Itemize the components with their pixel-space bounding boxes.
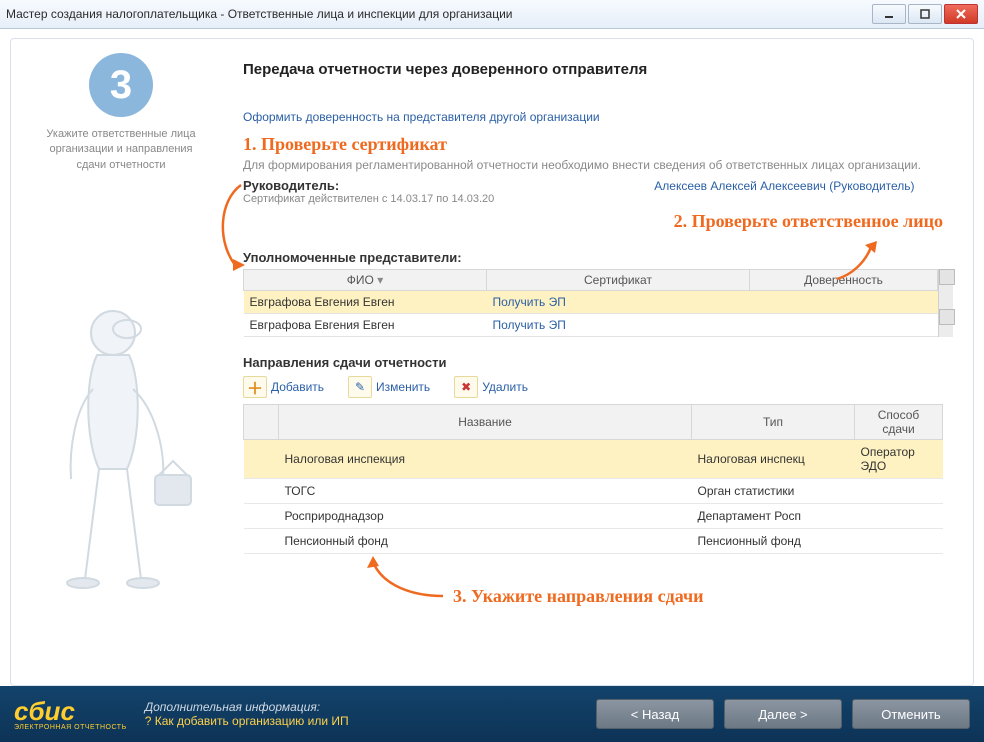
cancel-button[interactable]: Отменить — [852, 699, 970, 729]
dirs-toolbar: ＋Добавить ✎Изменить ✖Удалить — [243, 376, 953, 398]
pencil-icon: ✎ — [348, 376, 372, 398]
help-link[interactable]: ? Как добавить организацию или ИП — [145, 714, 586, 728]
step-number-badge: 3 — [89, 53, 153, 117]
dirs-row[interactable]: Пенсионный фондПенсионный фонд — [244, 528, 943, 553]
content-panel: 3 Укажите ответственные лица организации… — [10, 38, 974, 686]
app-window: Мастер создания налогоплательщика - Отве… — [0, 0, 984, 742]
trust-link[interactable]: Оформить доверенность на представителя д… — [243, 110, 600, 124]
reps-heading: Уполномоченные представители: — [243, 250, 953, 265]
col-icon — [244, 404, 279, 439]
col-fio[interactable]: ФИО ▾ — [244, 269, 487, 290]
scroll-down-icon[interactable] — [939, 309, 955, 325]
col-name[interactable]: Название — [279, 404, 692, 439]
reps-scrollbar[interactable] — [938, 269, 953, 337]
dirs-row[interactable]: ТОГСОрган статистики — [244, 478, 943, 503]
maximize-button[interactable] — [908, 4, 942, 24]
plus-icon: ＋ — [243, 376, 267, 398]
get-ep-link[interactable]: Получить ЭП — [493, 295, 566, 309]
extra-label: Дополнительная информация: — [145, 700, 586, 714]
assistant-illustration — [35, 299, 205, 599]
titlebar: Мастер создания налогоплательщика - Отве… — [0, 0, 984, 29]
back-button[interactable]: < Назад — [596, 699, 714, 729]
cert-validity: Сертификат действителен с 14.03.17 по 14… — [243, 193, 494, 205]
delete-button[interactable]: ✖Удалить — [454, 376, 528, 398]
step-hint: Укажите ответственные лица организации и… — [11, 127, 231, 173]
reps-table[interactable]: ФИО ▾ Сертификат Доверенность Евграфова … — [243, 269, 938, 337]
wizard-sidebar: 3 Укажите ответственные лица организации… — [11, 39, 231, 173]
extra-info: Дополнительная информация: ? Как добавит… — [145, 700, 586, 728]
edit-button[interactable]: ✎Изменить — [348, 376, 430, 398]
annotation-3: 3. Укажите направления сдачи — [453, 586, 704, 607]
director-name-link[interactable]: Алексеев Алексей Алексеевич (Руководител… — [654, 179, 914, 193]
director-label: Руководитель: — [243, 178, 494, 193]
col-trust[interactable]: Доверенность — [750, 269, 938, 290]
logo: сбисЭЛЕКТРОННАЯ ОТЧЕТНОСТЬ — [14, 698, 127, 731]
dirs-row[interactable]: РосприроднадзорДепартамент Росп — [244, 503, 943, 528]
get-ep-link[interactable]: Получить ЭП — [493, 318, 566, 332]
wizard-footer: сбисЭЛЕКТРОННАЯ ОТЧЕТНОСТЬ Дополнительна… — [0, 686, 984, 742]
reps-header-row: ФИО ▾ Сертификат Доверенность — [244, 269, 938, 290]
reps-row[interactable]: Евграфова Евгения Евген Получить ЭП — [244, 290, 938, 313]
dirs-heading: Направления сдачи отчетности — [243, 355, 953, 370]
dirs-table[interactable]: Название Тип Способ сдачи Налоговая инсп… — [243, 404, 943, 554]
minimize-button[interactable] — [872, 4, 906, 24]
col-type[interactable]: Тип — [692, 404, 855, 439]
dirs-header-row: Название Тип Способ сдачи — [244, 404, 943, 439]
annotation-2: 2. Проверьте ответственное лицо — [243, 211, 943, 232]
info-text: Для формирования регламентированной отче… — [243, 157, 923, 174]
add-button[interactable]: ＋Добавить — [243, 376, 324, 398]
col-cert[interactable]: Сертификат — [487, 269, 750, 290]
col-method[interactable]: Способ сдачи — [855, 404, 943, 439]
delete-icon: ✖ — [454, 376, 478, 398]
window-title: Мастер создания налогоплательщика - Отве… — [6, 7, 870, 21]
page-title: Передача отчетности через доверенного от… — [243, 61, 953, 78]
reps-row[interactable]: Евграфова Евгения Евген Получить ЭП — [244, 313, 938, 336]
annotation-1: 1. Проверьте сертификат — [243, 134, 953, 155]
scroll-up-icon[interactable] — [939, 269, 955, 285]
next-button[interactable]: Далее > — [724, 699, 842, 729]
director-row: Руководитель: Сертификат действителен с … — [243, 178, 953, 205]
close-button[interactable] — [944, 4, 978, 24]
client-area: 3 Укажите ответственные лица организации… — [0, 28, 984, 742]
dirs-row[interactable]: Налоговая инспекцияНалоговая инспекцОпер… — [244, 439, 943, 478]
main-content: Передача отчетности через доверенного от… — [243, 61, 953, 675]
